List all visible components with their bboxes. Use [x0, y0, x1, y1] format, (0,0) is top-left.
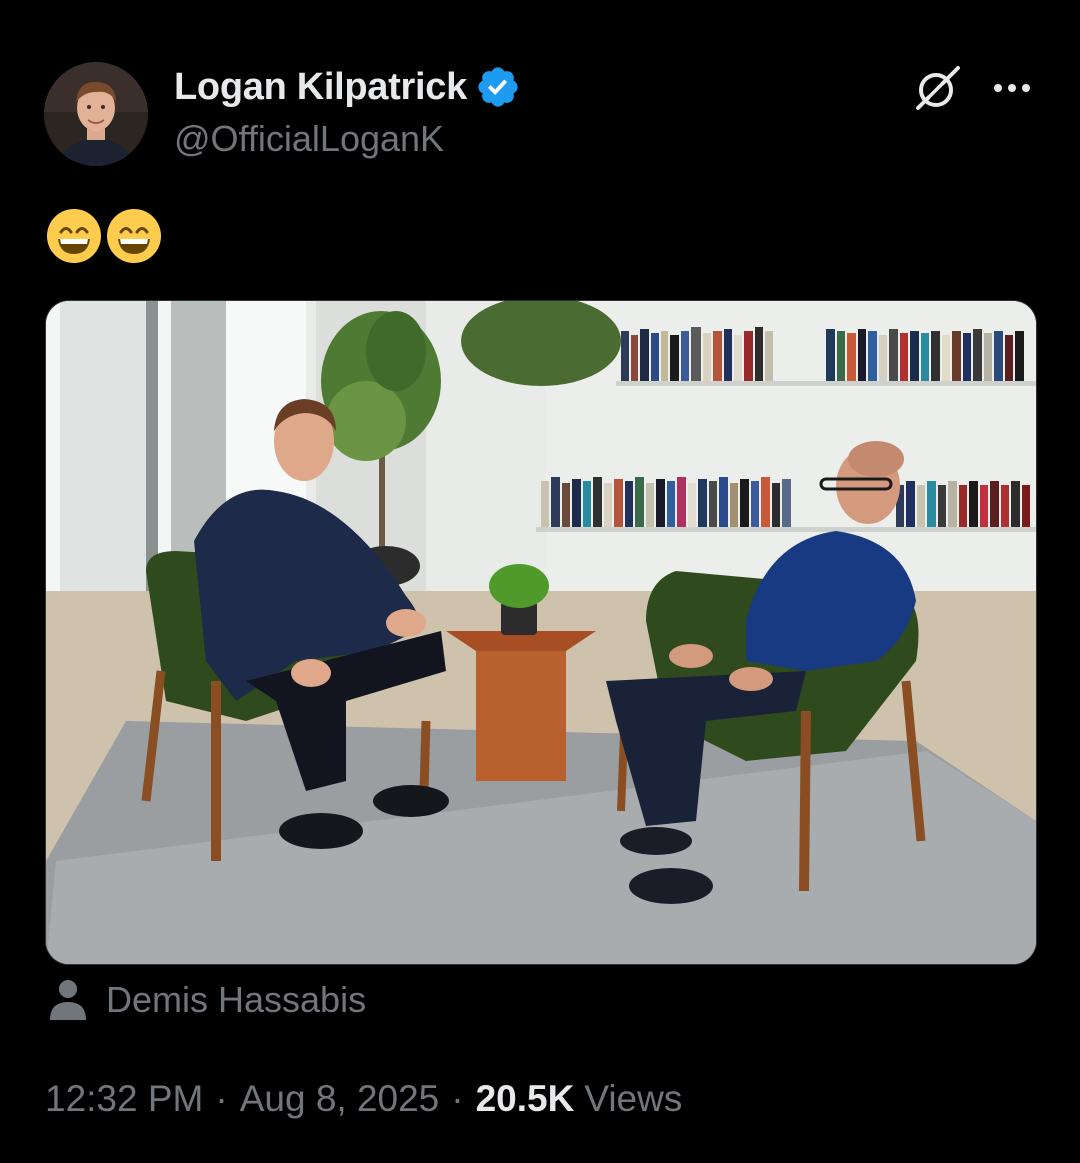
- grinning-face-emoji-icon: [47, 209, 101, 263]
- tweet-metadata: 12:32 PM · Aug 8, 2025 · 20.5K Views: [45, 1078, 682, 1120]
- tagged-person-name[interactable]: Demis Hassabis: [106, 979, 366, 1021]
- tweet-photo[interactable]: [45, 300, 1037, 965]
- author-avatar[interactable]: [44, 62, 148, 166]
- post-date[interactable]: Aug 8, 2025: [240, 1078, 440, 1120]
- person-icon: [50, 980, 86, 1020]
- author-handle[interactable]: @OfficialLoganK: [174, 118, 444, 160]
- verified-badge-icon: [478, 67, 518, 107]
- author-name-row[interactable]: Logan Kilpatrick: [174, 64, 521, 110]
- tweet-text: [46, 208, 162, 268]
- grok-icon[interactable]: [912, 62, 964, 114]
- photo-two-men-seated-interview: [46, 301, 1036, 964]
- tagged-person[interactable]: Demis Hassabis: [48, 978, 366, 1022]
- post-time[interactable]: 12:32 PM: [45, 1078, 203, 1120]
- views-label: Views: [584, 1078, 683, 1119]
- author-display-name[interactable]: Logan Kilpatrick: [174, 66, 467, 109]
- separator: ·: [451, 1078, 464, 1119]
- grinning-face-emoji-icon: [107, 209, 161, 263]
- separator: ·: [215, 1078, 228, 1119]
- views-count: 20.5K: [475, 1078, 575, 1119]
- more-dots-icon[interactable]: [990, 70, 1034, 106]
